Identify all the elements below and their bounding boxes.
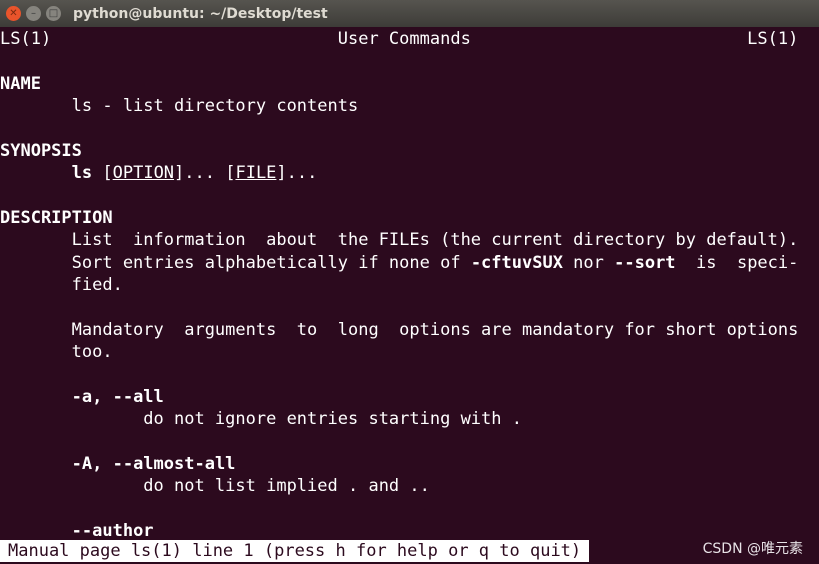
bold-text: --author — [71, 520, 154, 541]
maximize-button[interactable]: □ — [46, 6, 61, 21]
underlined-text: OPTION — [112, 163, 175, 184]
bold-text: NAME — [0, 73, 41, 94]
man-line: fied. — [0, 274, 123, 296]
man-line: SYNOPSIS — [0, 140, 82, 162]
man-line: LS(1) User Commands LS(1) — [0, 28, 798, 50]
bold-text: ls — [71, 163, 93, 184]
man-line: -A, --almost-all — [0, 453, 236, 475]
man-line: Sort entries alphabetically if none of -… — [0, 252, 799, 274]
text: List information about the FILEs (the cu… — [0, 230, 799, 251]
man-line: ls - list directory contents — [0, 95, 359, 117]
text: is speci‐ — [675, 252, 799, 273]
window-titlebar: ✕ – □ python@ubuntu: ~/Desktop/test — [0, 0, 819, 27]
text: ]... — [276, 163, 318, 184]
text — [0, 387, 72, 407]
man-line: NAME — [0, 73, 41, 95]
bold-text: -A, --almost-all — [71, 453, 236, 474]
man-line: -a, --all — [0, 386, 164, 408]
text: too. — [0, 341, 113, 362]
text: LS(1) User Commands LS(1) — [0, 29, 799, 49]
terminal-area[interactable]: Manual page ls(1) line 1 (press h for he… — [0, 27, 819, 564]
text: [ — [92, 163, 113, 184]
man-line: ls [OPTION]... [FILE]... — [0, 162, 318, 184]
man-line: --author — [0, 520, 154, 542]
bold-text: --sort — [614, 252, 676, 273]
man-line: DESCRIPTION — [0, 207, 113, 229]
close-icon: ✕ — [9, 8, 18, 19]
watermark: CSDN @唯元素 — [702, 541, 803, 557]
pager-status-line: Manual page ls(1) line 1 (press h for he… — [0, 540, 590, 562]
man-line: do not list implied . and .. — [0, 475, 430, 497]
text — [0, 163, 72, 183]
man-line: too. — [0, 341, 113, 363]
window-title: python@ubuntu: ~/Desktop/test — [73, 5, 328, 22]
text: Sort entries alphabetically if none of — [0, 252, 471, 273]
minimize-button[interactable]: – — [26, 6, 41, 21]
text: nor — [562, 252, 615, 273]
man-line: do not ignore entries starting with . — [0, 408, 522, 430]
bold-text: -a, --all — [71, 386, 164, 407]
bold-text: DESCRIPTION — [0, 207, 113, 228]
maximize-icon: □ — [48, 8, 59, 19]
text: Mandatory arguments to long options are … — [0, 319, 799, 340]
close-button[interactable]: ✕ — [6, 6, 21, 21]
underlined-text: FILE — [235, 163, 277, 184]
man-line: Mandatory arguments to long options are … — [0, 319, 799, 341]
text: do not list implied . and .. — [0, 476, 430, 496]
text: fied. — [0, 274, 123, 295]
bold-text: -cftuvSUX — [470, 252, 563, 273]
text — [0, 521, 72, 541]
text: ]... [ — [174, 163, 236, 184]
text: do not ignore entries starting with . — [0, 408, 522, 429]
text — [0, 454, 72, 474]
text: ls - list directory contents — [0, 96, 359, 117]
bold-text: SYNOPSIS — [0, 140, 82, 161]
man-line: List information about the FILEs (the cu… — [0, 229, 799, 251]
minimize-icon: – — [31, 8, 36, 19]
